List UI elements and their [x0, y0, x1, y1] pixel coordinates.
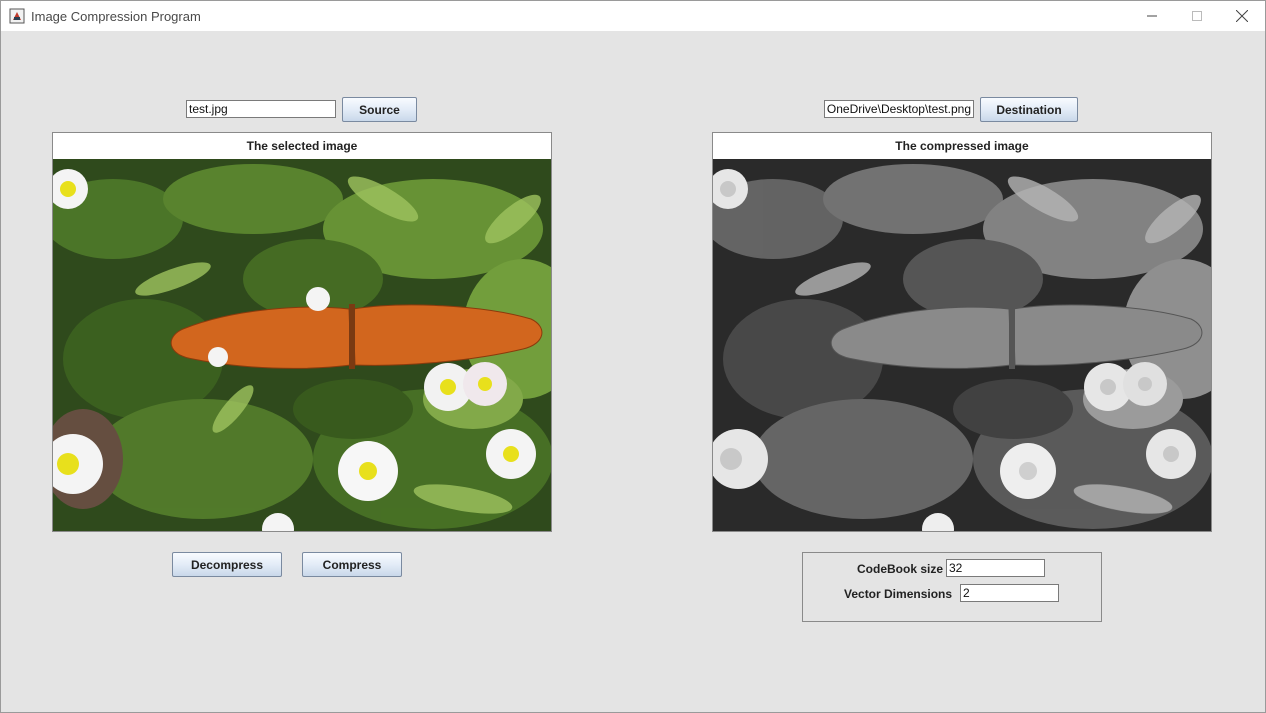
compress-button[interactable]: Compress [302, 552, 402, 577]
selected-image-panel: The selected image [52, 132, 552, 532]
java-app-icon [9, 8, 25, 24]
destination-path-input[interactable]: OneDrive\Desktop\test.png [824, 100, 974, 118]
decompress-button[interactable]: Decompress [172, 552, 282, 577]
minimize-icon [1147, 15, 1157, 17]
minimize-button[interactable] [1129, 1, 1175, 31]
maximize-icon [1192, 11, 1202, 21]
compressed-image [713, 159, 1211, 531]
selected-image [53, 159, 551, 531]
codebook-size-input[interactable] [946, 559, 1045, 577]
source-path-input[interactable] [186, 100, 336, 118]
window-title: Image Compression Program [31, 9, 201, 24]
destination-button[interactable]: Destination [980, 97, 1078, 122]
source-button[interactable]: Source [342, 97, 417, 122]
destination-path-value: OneDrive\Desktop\test.png [826, 102, 971, 116]
codebook-size-label: CodeBook size [857, 562, 944, 576]
close-button[interactable] [1219, 1, 1265, 31]
maximize-button[interactable] [1174, 1, 1220, 31]
selected-image-title: The selected image [246, 139, 358, 153]
vector-dimensions-label: Vector Dimensions [844, 587, 953, 601]
close-icon [1236, 10, 1248, 22]
app-window: Image Compression Program Source OneDriv… [0, 0, 1266, 713]
vector-dimensions-input[interactable] [960, 584, 1059, 602]
parameters-box: CodeBook size Vector Dimensions [802, 552, 1102, 622]
title-bar[interactable]: Image Compression Program [1, 1, 1265, 31]
compressed-image-title: The compressed image [895, 139, 1029, 153]
compressed-image-panel: The compressed image [712, 132, 1212, 532]
